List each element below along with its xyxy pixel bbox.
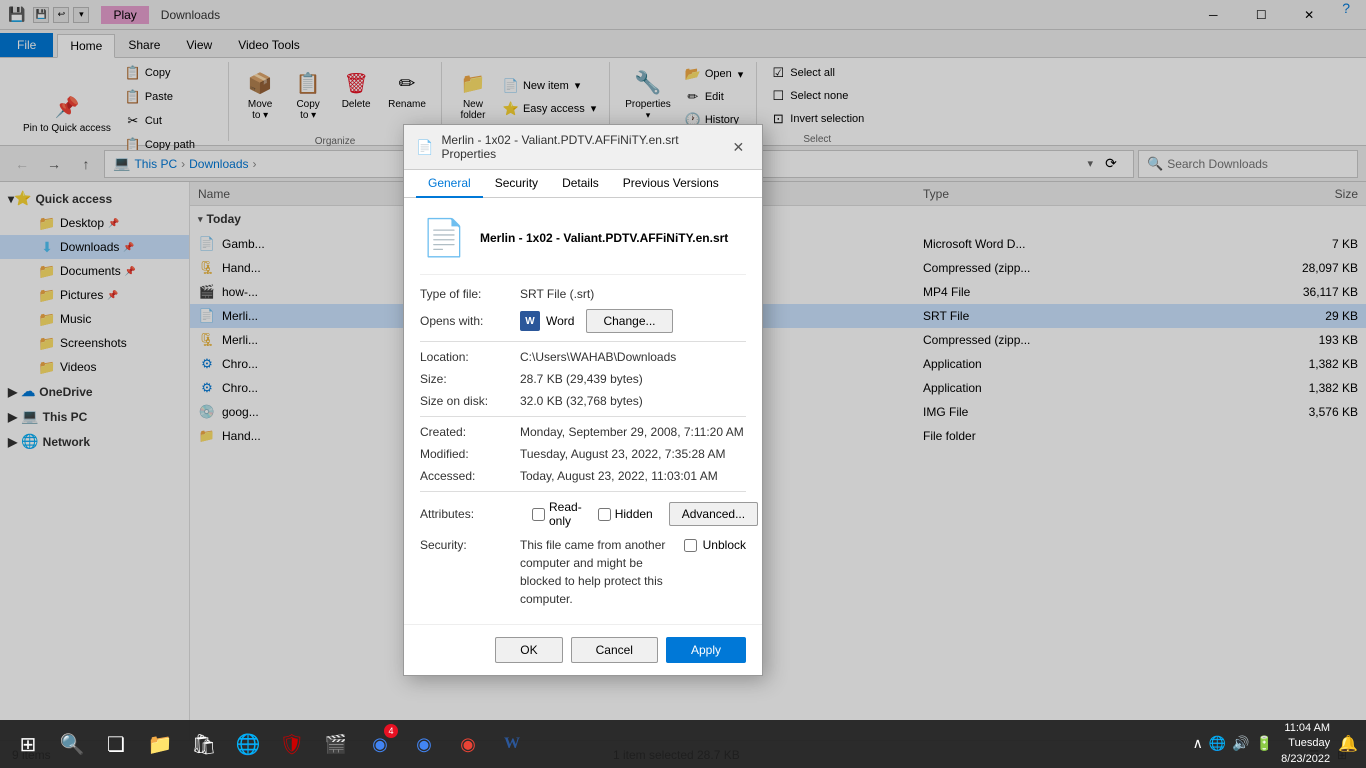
accessed-row: Accessed: Today, August 23, 2022, 11:03:…	[420, 469, 746, 483]
search-taskbar-btn[interactable]: 🔍	[52, 720, 92, 768]
word-app-icon: W	[520, 311, 540, 331]
dialog-close-btn[interactable]: ✕	[727, 135, 750, 159]
dialog-tab-details[interactable]: Details	[550, 170, 611, 198]
opens-with-row: Opens with: W Word Change...	[420, 309, 746, 333]
size-label: Size:	[420, 372, 520, 386]
network-tray-icon[interactable]: 🌐	[1209, 735, 1226, 752]
type-of-file-label: Type of file:	[420, 287, 520, 301]
explorer-taskbar-btn[interactable]: 📁	[140, 720, 180, 768]
separator-3	[420, 491, 746, 492]
taskbar-right: ∧ 🌐 🔊 🔋 11:04 AM Tuesday8/23/2022 🔔	[1193, 721, 1358, 767]
store-taskbar-btn[interactable]: 🛍	[184, 720, 224, 768]
edge-taskbar-btn[interactable]: 🌐	[228, 720, 268, 768]
chrome3-taskbar-btn[interactable]: ◉	[448, 720, 488, 768]
vlc-taskbar-btn[interactable]: 🎬	[316, 720, 356, 768]
unblock-checkbox[interactable]: Unblock	[684, 536, 746, 552]
system-tray: ∧ 🌐 🔊 🔋	[1193, 735, 1274, 752]
hidden-label: Hidden	[615, 507, 653, 521]
hidden-input[interactable]	[598, 508, 611, 521]
dialog-tabs: General Security Details Previous Versio…	[404, 170, 762, 198]
dialog-tab-general[interactable]: General	[416, 170, 483, 198]
taskbar: ⊞ 🔍 ❏ 📁 🛍 🌐 🛡 🎬 ◉ 4 ◉ ◉ W ∧ 🌐 🔊 🔋	[0, 720, 1366, 768]
readonly-label: Read-only	[549, 500, 582, 528]
hidden-checkbox[interactable]: Hidden	[598, 507, 653, 521]
accessed-value: Today, August 23, 2022, 11:03:01 AM	[520, 469, 746, 483]
dialog-body: 📄 Merlin - 1x02 - Valiant.PDTV.AFFiNiTY.…	[404, 198, 762, 624]
attributes-items: Read-only Hidden Advanced...	[532, 500, 758, 528]
location-label: Location:	[420, 350, 520, 364]
unblock-label: Unblock	[703, 538, 746, 552]
dialog-tab-previous-versions[interactable]: Previous Versions	[611, 170, 731, 198]
location-value: C:\Users\WAHAB\Downloads	[520, 350, 746, 364]
opens-with-label: Opens with:	[420, 314, 520, 328]
chrome1-taskbar-btn[interactable]: ◉ 4	[360, 720, 400, 768]
modal-overlay: 📄 Merlin - 1x02 - Valiant.PDTV.AFFiNiTY.…	[0, 0, 1366, 720]
size-row: Size: 28.7 KB (29,439 bytes)	[420, 372, 746, 386]
security-text: This file came from another computer and…	[520, 536, 676, 608]
cancel-btn[interactable]: Cancel	[571, 637, 658, 663]
mcafee-taskbar-btn[interactable]: 🛡	[272, 720, 312, 768]
speaker-tray-icon[interactable]: 🔊	[1232, 735, 1249, 752]
ok-btn[interactable]: OK	[495, 637, 562, 663]
security-label: Security:	[420, 536, 520, 552]
opens-with-app: W Word	[520, 311, 574, 331]
time-display: 11:04 AM	[1281, 721, 1330, 736]
change-btn[interactable]: Change...	[586, 309, 672, 333]
advanced-btn[interactable]: Advanced...	[669, 502, 758, 526]
dialog-title-bar: 📄 Merlin - 1x02 - Valiant.PDTV.AFFiNiTY.…	[404, 125, 762, 170]
date-display: Tuesday8/23/2022	[1281, 736, 1330, 767]
start-btn[interactable]: ⊞	[8, 720, 48, 768]
apply-btn[interactable]: Apply	[666, 637, 746, 663]
taskbar-left: ⊞ 🔍 ❏ 📁 🛍 🌐 🛡 🎬 ◉ 4 ◉ ◉ W	[8, 720, 532, 768]
size-value: 28.7 KB (29,439 bytes)	[520, 372, 746, 386]
separator-2	[420, 416, 746, 417]
file-preview: 📄 Merlin - 1x02 - Valiant.PDTV.AFFiNiTY.…	[420, 214, 746, 275]
tray-expand-btn[interactable]: ∧	[1193, 735, 1203, 752]
security-row: Security: This file came from another co…	[420, 536, 746, 608]
size-on-disk-label: Size on disk:	[420, 394, 520, 408]
created-row: Created: Monday, September 29, 2008, 7:1…	[420, 425, 746, 439]
attributes-label: Attributes:	[420, 507, 520, 521]
modified-label: Modified:	[420, 447, 520, 461]
notification-icon[interactable]: 🔔	[1338, 734, 1358, 754]
created-label: Created:	[420, 425, 520, 439]
dialog-file-icon: 📄	[420, 214, 468, 262]
security-content: This file came from another computer and…	[520, 536, 746, 608]
unblock-input[interactable]	[684, 539, 697, 552]
created-value: Monday, September 29, 2008, 7:11:20 AM	[520, 425, 746, 439]
dialog-title: 📄 Merlin - 1x02 - Valiant.PDTV.AFFiNiTY.…	[416, 133, 727, 161]
location-row: Location: C:\Users\WAHAB\Downloads	[420, 350, 746, 364]
dialog-footer: OK Cancel Apply	[404, 624, 762, 675]
type-of-file-row: Type of file: SRT File (.srt)	[420, 287, 746, 301]
separator-1	[420, 341, 746, 342]
modified-row: Modified: Tuesday, August 23, 2022, 7:35…	[420, 447, 746, 461]
task-view-btn[interactable]: ❏	[96, 720, 136, 768]
dialog-tab-security[interactable]: Security	[483, 170, 550, 198]
word-taskbar-btn[interactable]: W	[492, 720, 532, 768]
accessed-label: Accessed:	[420, 469, 520, 483]
dialog-file-name: Merlin - 1x02 - Valiant.PDTV.AFFiNiTY.en…	[480, 231, 728, 245]
type-of-file-value: SRT File (.srt)	[520, 287, 746, 301]
attributes-row: Attributes: Read-only Hidden Advanced...	[420, 500, 746, 528]
opens-with-app-name: Word	[546, 314, 574, 328]
size-on-disk-value: 32.0 KB (32,768 bytes)	[520, 394, 746, 408]
modified-value: Tuesday, August 23, 2022, 7:35:28 AM	[520, 447, 746, 461]
chrome2-taskbar-btn[interactable]: ◉	[404, 720, 444, 768]
readonly-input[interactable]	[532, 508, 545, 521]
taskbar-time[interactable]: 11:04 AM Tuesday8/23/2022	[1281, 721, 1330, 767]
battery-tray-icon[interactable]: 🔋	[1256, 735, 1273, 752]
readonly-checkbox[interactable]: Read-only	[532, 500, 582, 528]
size-on-disk-row: Size on disk: 32.0 KB (32,768 bytes)	[420, 394, 746, 408]
properties-dialog: 📄 Merlin - 1x02 - Valiant.PDTV.AFFiNiTY.…	[403, 124, 763, 676]
